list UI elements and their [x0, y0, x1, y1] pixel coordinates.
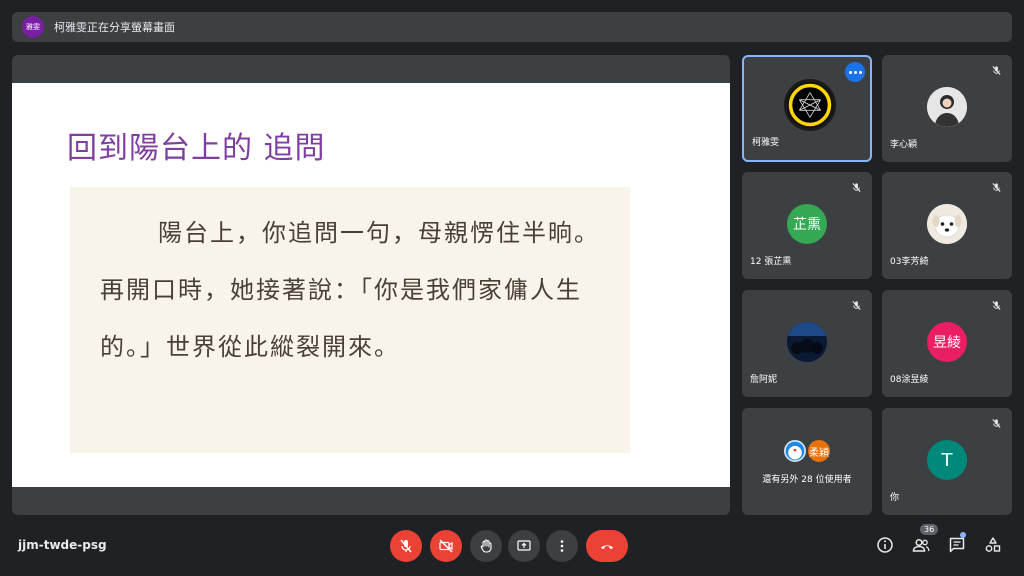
info-icon — [877, 537, 893, 553]
participant-name: 你 — [890, 493, 900, 503]
presenter-avatar: 雅雯 — [22, 16, 44, 38]
chat-icon — [949, 537, 965, 553]
more-participants-tile[interactable]: 柔穎 還有另外 28 位使用者 — [742, 408, 872, 515]
mic-toggle-button[interactable] — [390, 530, 422, 562]
hand-icon — [480, 539, 492, 553]
hang-up-icon — [601, 545, 613, 550]
mic-off-icon — [988, 297, 1004, 313]
participant-photo-avatar — [927, 87, 967, 127]
mic-off-icon — [848, 179, 864, 195]
people-icon — [912, 538, 930, 552]
participant-name: 03李芳綺 — [890, 257, 929, 267]
bottom-control-bar: jjm-twde-psg 36 — [0, 520, 1024, 576]
participant-photo-avatar — [787, 322, 827, 362]
participant-tile[interactable]: 柯雅雯 — [742, 55, 872, 162]
participant-name: 李心穎 — [890, 140, 918, 150]
more-options-icon[interactable] — [845, 62, 865, 82]
network-logo-avatar — [784, 79, 836, 131]
meeting-info-button[interactable] — [874, 534, 896, 556]
camera-off-icon — [439, 539, 453, 553]
dog-photo-avatar — [927, 204, 967, 244]
more-participants-label: 還有另外 28 位使用者 — [762, 475, 852, 485]
leave-call-button[interactable] — [586, 530, 628, 562]
shared-screen: 回到陽台上的 追問 陽台上，你追問一句，母親愣住半晌。再開口時，她接著說：「你是… — [12, 55, 730, 515]
activities-button[interactable] — [982, 534, 1004, 556]
slide-quote-box: 陽台上，你追問一句，母親愣住半晌。再開口時，她接著說：「你是我們家傭人生的。」世… — [70, 187, 630, 453]
present-screen-button[interactable] — [508, 530, 540, 562]
mic-off-icon — [988, 415, 1004, 431]
participant-tile[interactable]: 詹阿妮 — [742, 290, 872, 397]
chat-unread-dot — [960, 532, 966, 538]
participant-initials-avatar: T — [927, 440, 967, 480]
slide-title: 回到陽台上的 追問 — [67, 131, 326, 166]
participant-tile[interactable]: 李心穎 — [882, 55, 1012, 162]
participant-tile[interactable]: 芷熏 12 張芷熏 — [742, 172, 872, 279]
activities-icon — [985, 537, 1001, 552]
participant-name: 柯雅雯 — [752, 138, 780, 148]
doraemon-avatar — [782, 438, 808, 464]
participant-tile[interactable]: 昱綾 08涂昱綾 — [882, 290, 1012, 397]
participant-name: 12 張芷熏 — [750, 257, 792, 267]
mic-off-icon — [400, 539, 412, 553]
participant-initials-avatar: 芷熏 — [787, 204, 827, 244]
participant-name: 08涂昱綾 — [890, 375, 929, 385]
people-count-badge: 36 — [920, 524, 939, 535]
mic-off-icon — [988, 62, 1004, 78]
slide-body-text: 陽台上，你追問一句，母親愣住半晌。再開口時，她接著說：「你是我們家傭人生的。」世… — [100, 219, 600, 361]
raise-hand-button[interactable] — [470, 530, 502, 562]
present-icon — [517, 540, 531, 551]
mic-off-icon — [848, 297, 864, 313]
participant-grid: 柯雅雯 李心穎 芷熏 12 張芷熏 03李芳綺 詹阿妮 昱綾 08涂昱綾 柔穎 … — [742, 55, 1012, 515]
mic-off-icon — [988, 179, 1004, 195]
participant-initials-avatar: 柔穎 — [806, 438, 832, 464]
self-tile[interactable]: T 你 — [882, 408, 1012, 515]
camera-toggle-button[interactable] — [430, 530, 462, 562]
participant-name: 詹阿妮 — [750, 375, 778, 385]
more-options-button[interactable] — [546, 530, 578, 562]
people-button[interactable] — [910, 534, 932, 556]
presentation-slide: 回到陽台上的 追問 陽台上，你追問一句，母親愣住半晌。再開口時，她接著說：「你是… — [12, 83, 730, 487]
participant-initials-avatar: 昱綾 — [927, 322, 967, 362]
more-vert-icon — [560, 540, 564, 552]
meeting-code: jjm-twde-psg — [18, 538, 107, 552]
presenting-text: 柯雅雯正在分享螢幕畫面 — [54, 21, 175, 34]
participant-tile[interactable]: 03李芳綺 — [882, 172, 1012, 279]
presenting-banner: 雅雯 柯雅雯正在分享螢幕畫面 — [12, 12, 1012, 42]
